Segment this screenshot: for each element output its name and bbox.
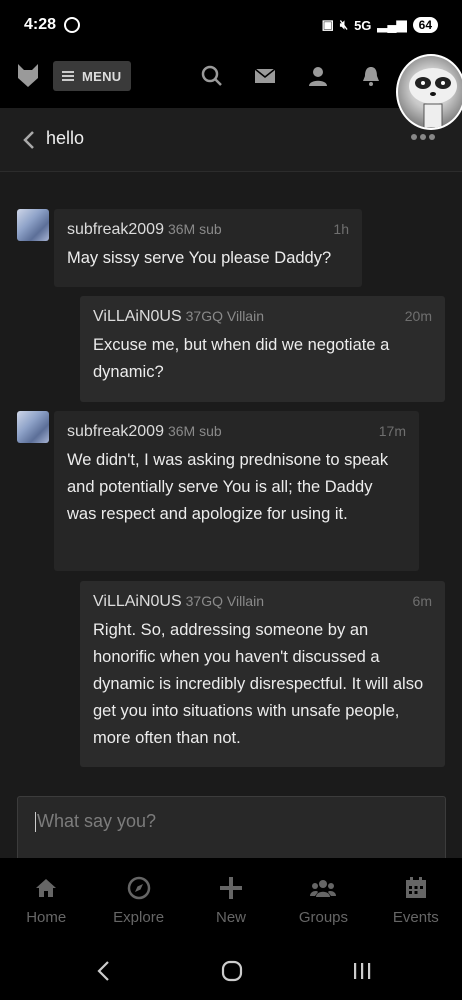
fetlife-logo-icon[interactable] bbox=[16, 62, 40, 88]
text-caret bbox=[35, 812, 36, 833]
calendar-icon bbox=[405, 877, 426, 898]
battery-indicator: 64 bbox=[412, 17, 438, 33]
mute-icon: 🔇︎ bbox=[339, 17, 349, 32]
signal-icon: ▂▄▆ bbox=[377, 17, 407, 32]
reply-placeholder: What say you? bbox=[37, 811, 157, 831]
conversation-header: hello bbox=[0, 108, 462, 172]
message-timestamp: 20m bbox=[404, 308, 432, 324]
avatar[interactable] bbox=[17, 411, 49, 443]
message-text: Right. So, addressing someone by an hono… bbox=[93, 621, 424, 747]
message-badge: 37GQ Villain bbox=[185, 593, 264, 609]
message-1: subfreak2009 36M sub 1h May sissy serve … bbox=[54, 209, 362, 287]
search-icon[interactable] bbox=[200, 64, 224, 88]
message-text: May sissy serve You please Daddy? bbox=[67, 249, 332, 267]
system-recents-icon[interactable] bbox=[352, 960, 372, 982]
avatar[interactable] bbox=[17, 209, 49, 241]
groups-icon bbox=[310, 880, 337, 897]
compass-icon bbox=[127, 876, 150, 900]
tab-label: Groups bbox=[298, 909, 349, 926]
raccoon-avatar-image bbox=[409, 68, 457, 128]
bell-icon[interactable] bbox=[359, 64, 383, 88]
tab-home[interactable]: Home bbox=[0, 858, 92, 942]
nfc-icon: ▣ bbox=[321, 17, 334, 32]
person-icon[interactable] bbox=[306, 64, 330, 88]
message-2: ViLLAiN0US 37GQ Villain 20m Excuse me, b… bbox=[80, 296, 445, 402]
tab-groups[interactable]: Groups bbox=[277, 858, 369, 942]
message-text: Excuse me, but when did we negotiate a d… bbox=[93, 336, 390, 381]
clock: 4:28 bbox=[24, 16, 57, 33]
message-username[interactable]: subfreak2009 bbox=[67, 423, 164, 441]
menu-label: MENU bbox=[82, 68, 122, 84]
tab-label: Explore bbox=[113, 909, 165, 926]
conversation-title: hello bbox=[46, 128, 85, 148]
message-timestamp: 6m bbox=[412, 593, 432, 609]
network-label: 5G bbox=[354, 17, 372, 33]
message-timestamp: 1h bbox=[333, 221, 349, 237]
home-icon bbox=[36, 879, 57, 897]
back-arrow-icon[interactable] bbox=[22, 130, 36, 150]
message-4: ViLLAiN0US 37GQ Villain 6m Right. So, ad… bbox=[80, 581, 445, 767]
tab-label: Events bbox=[392, 909, 439, 926]
message-username[interactable]: ViLLAiN0US bbox=[93, 308, 182, 326]
message-badge: 37GQ Villain bbox=[185, 308, 264, 324]
tab-events[interactable]: Events bbox=[370, 858, 462, 942]
tab-label: Home bbox=[26, 909, 67, 926]
menu-button[interactable]: MENU bbox=[53, 61, 131, 91]
mail-icon[interactable] bbox=[253, 64, 277, 88]
message-username[interactable]: ViLLAiN0US bbox=[93, 593, 182, 611]
hamburger-icon bbox=[62, 71, 74, 81]
reply-input[interactable]: What say you? bbox=[17, 796, 446, 862]
message-badge: 36M sub bbox=[167, 221, 222, 237]
profile-avatar[interactable] bbox=[396, 54, 462, 130]
message-3: subfreak2009 36M sub 17m We didn't, I wa… bbox=[54, 411, 419, 571]
message-text: We didn't, I was asking prednisone to sp… bbox=[67, 451, 389, 523]
system-home-icon[interactable] bbox=[221, 960, 243, 982]
top-navigation: MENU bbox=[0, 50, 462, 108]
message-timestamp: 17m bbox=[378, 423, 406, 439]
tab-explore[interactable]: Explore bbox=[92, 858, 184, 942]
system-back-icon[interactable] bbox=[94, 960, 112, 982]
plus-icon bbox=[220, 877, 243, 899]
message-username[interactable]: subfreak2009 bbox=[67, 221, 164, 239]
tab-label: New bbox=[216, 909, 247, 926]
message-badge: 36M sub bbox=[167, 423, 222, 439]
tab-new[interactable]: New bbox=[185, 858, 277, 942]
more-options-icon[interactable] bbox=[411, 134, 435, 140]
status-bar: 4:28 ▣ 🔇︎ 5G ▂▄▆ 64 bbox=[0, 0, 462, 50]
messenger-icon bbox=[64, 17, 81, 33]
system-navigation-bar bbox=[0, 942, 462, 1000]
bottom-tab-bar: Home Explore New Groups Events bbox=[0, 858, 462, 942]
